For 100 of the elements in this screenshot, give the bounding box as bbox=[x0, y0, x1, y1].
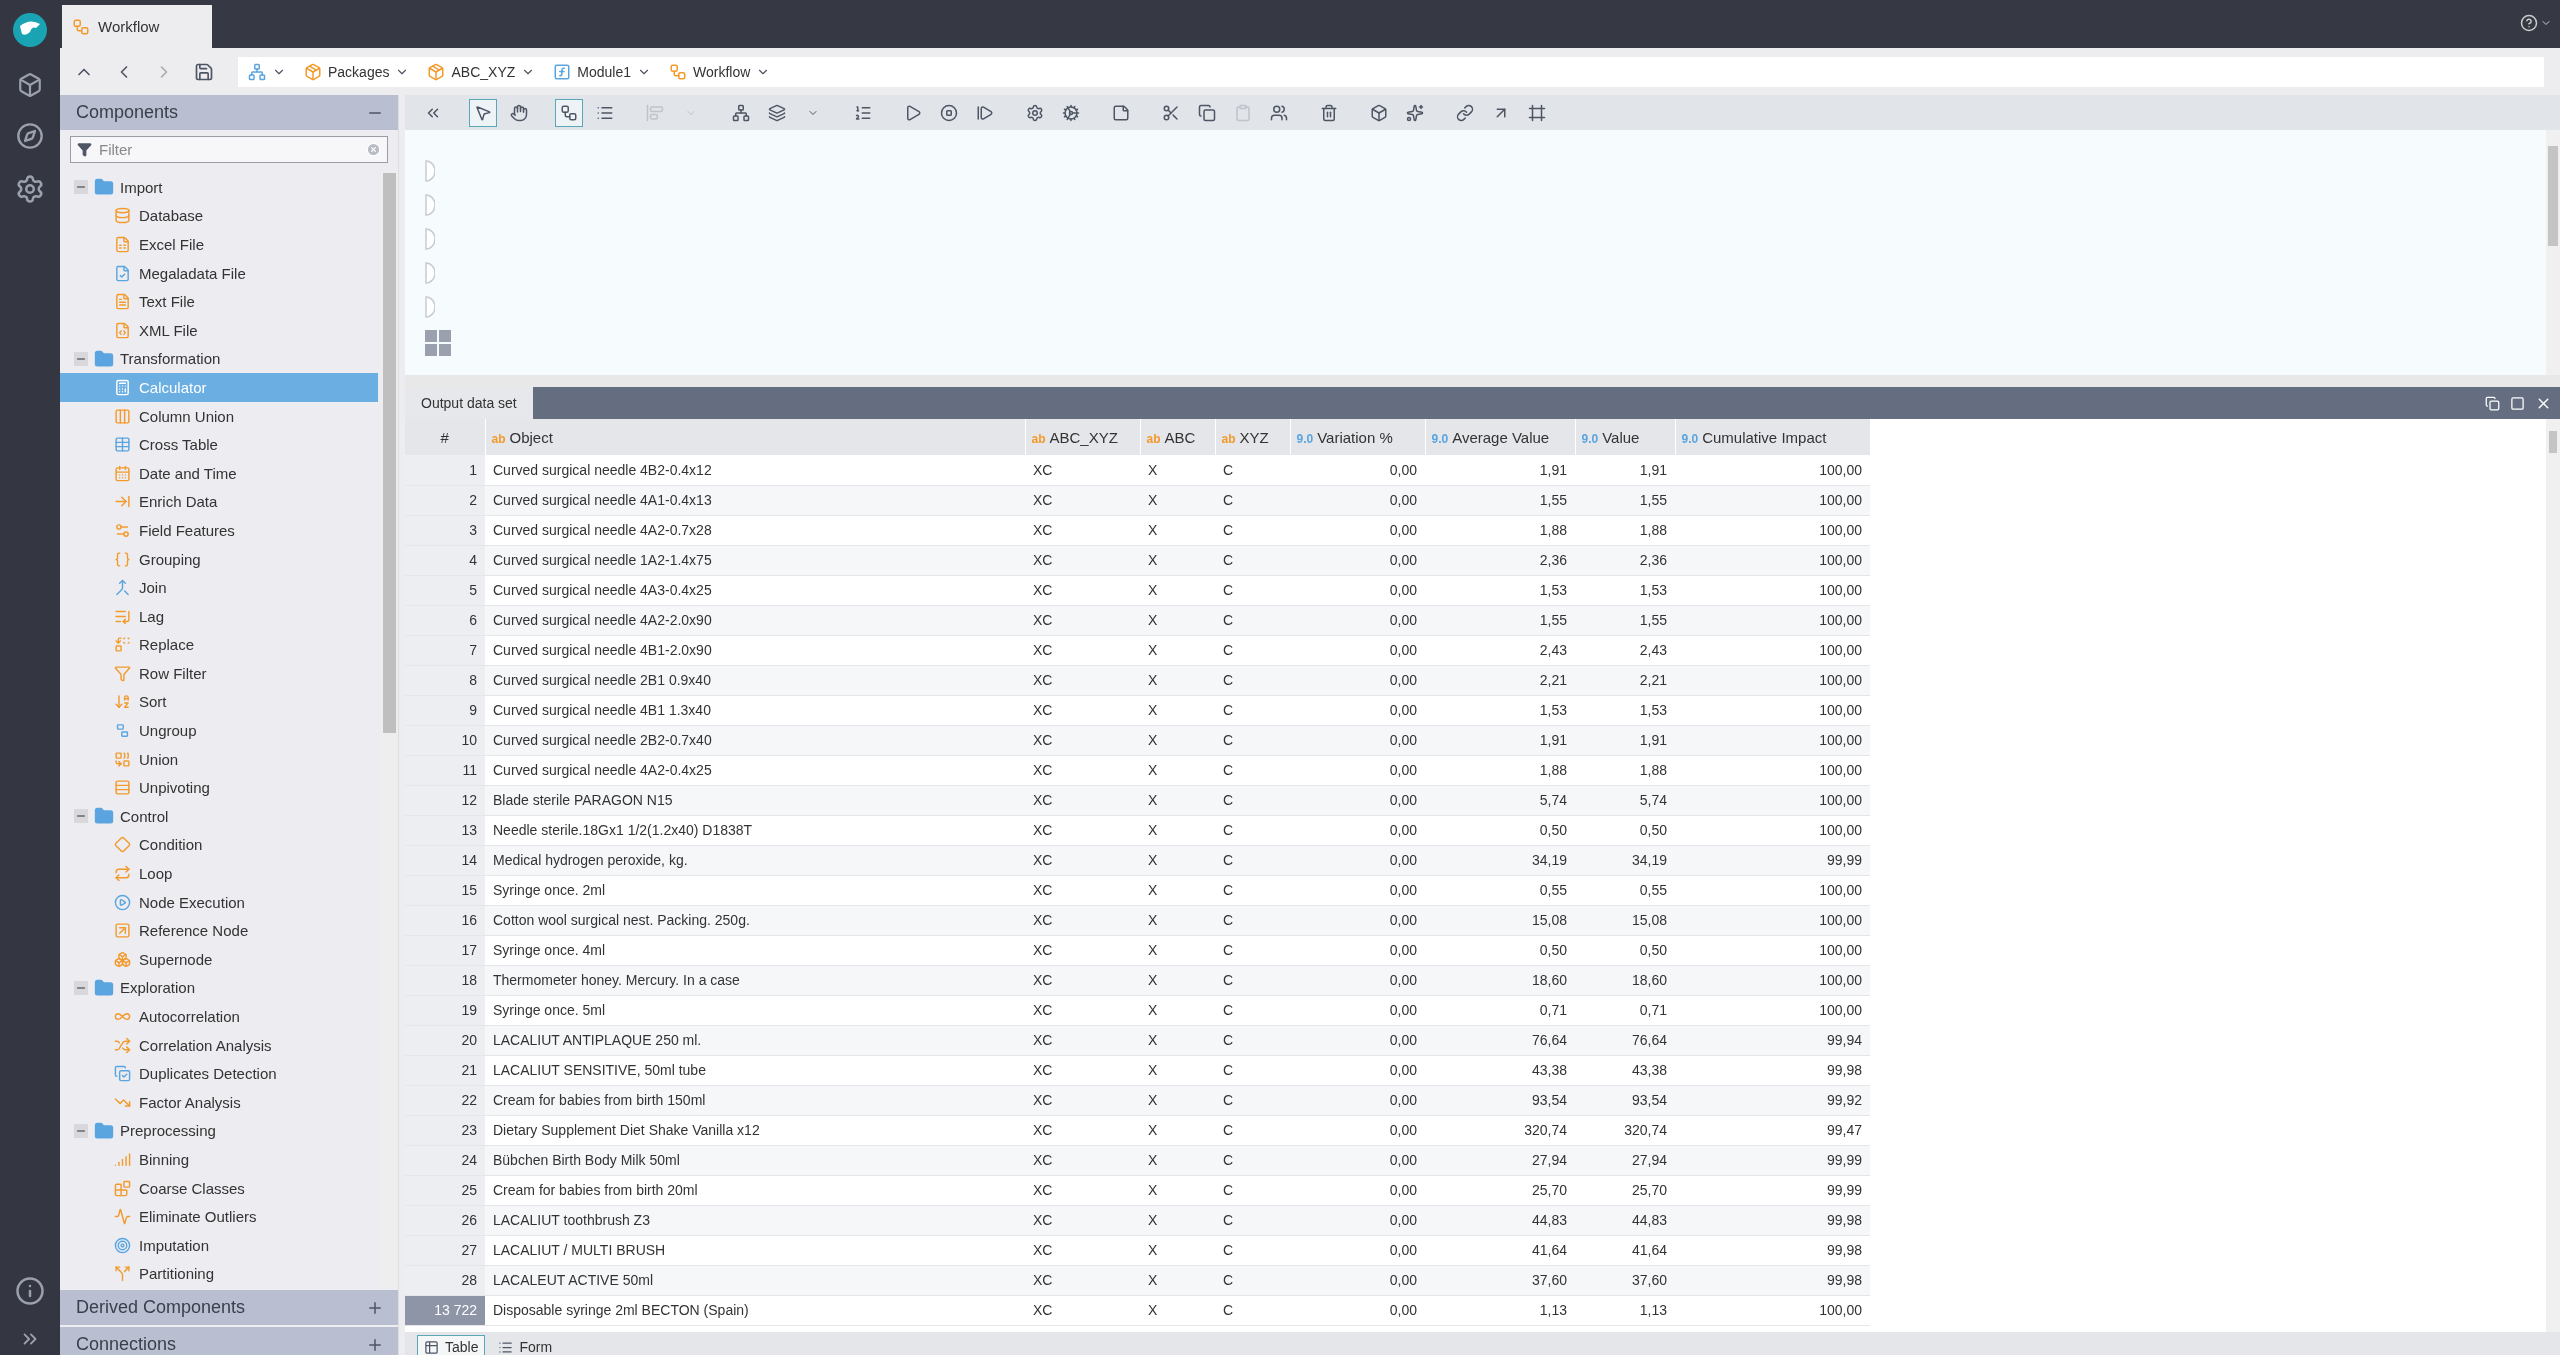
column-header[interactable]: 9.0 Value bbox=[1575, 419, 1675, 455]
row-number[interactable]: 6 bbox=[405, 605, 485, 635]
row-number[interactable]: 9 bbox=[405, 695, 485, 725]
scrollbar[interactable] bbox=[2546, 419, 2560, 1333]
scrollbar[interactable] bbox=[2546, 130, 2560, 375]
tree-item[interactable]: Imputation bbox=[60, 1230, 378, 1260]
row-number[interactable]: 19 bbox=[405, 995, 485, 1025]
grid-icon[interactable] bbox=[425, 330, 451, 356]
row-number[interactable]: 15 bbox=[405, 875, 485, 905]
tree-item[interactable]: Correlation Analysis bbox=[60, 1030, 378, 1060]
tree-item[interactable]: Database bbox=[60, 201, 378, 231]
tree-item[interactable]: Text File bbox=[60, 287, 378, 316]
tree-item[interactable]: XML File bbox=[60, 315, 378, 345]
filter-field[interactable]: Filter bbox=[70, 136, 388, 163]
tree-group[interactable]: Transformation bbox=[74, 344, 381, 374]
row-number[interactable]: 17 bbox=[405, 935, 485, 965]
tree-group[interactable]: Control bbox=[74, 802, 381, 831]
column-header[interactable]: 9.0 Cumulative Impact bbox=[1675, 419, 1870, 455]
column-header[interactable]: 9.0 Variation % bbox=[1290, 419, 1425, 455]
tree-item[interactable]: Row Filter bbox=[60, 659, 378, 688]
tree-group[interactable]: Preprocessing bbox=[74, 1116, 381, 1146]
toolbar-button[interactable] bbox=[555, 98, 583, 127]
breadcrumb-item[interactable]: ABC_XYZ bbox=[425, 62, 538, 81]
view-tab[interactable]: Table bbox=[417, 1335, 486, 1355]
tree-item[interactable]: Join bbox=[60, 573, 378, 602]
compass-icon[interactable] bbox=[16, 122, 44, 150]
output-tab[interactable]: Output data set bbox=[405, 387, 533, 419]
tree-item[interactable]: Excel File bbox=[60, 230, 378, 259]
tree-item[interactable]: Eliminate Outliers bbox=[60, 1202, 378, 1231]
panel-header[interactable]: Components bbox=[60, 95, 398, 130]
row-number[interactable]: 20 bbox=[405, 1025, 485, 1055]
tree-item[interactable]: Node Execution bbox=[60, 887, 378, 917]
column-header[interactable]: ab ABC_XYZ bbox=[1025, 419, 1140, 455]
collapse-icon[interactable] bbox=[74, 1123, 88, 1138]
tree-item[interactable]: Factor Analysis bbox=[60, 1088, 378, 1117]
tree-item[interactable]: Condition bbox=[60, 830, 378, 860]
row-number[interactable]: 5 bbox=[405, 575, 485, 605]
row-number[interactable]: 8 bbox=[405, 665, 485, 695]
panel-header[interactable]: Derived Components bbox=[60, 1290, 398, 1326]
tree-item[interactable]: Field Features bbox=[60, 516, 378, 545]
row-number[interactable]: 28 bbox=[405, 1265, 485, 1295]
tree-item[interactable]: Reference Node bbox=[60, 916, 378, 946]
row-number[interactable]: 21 bbox=[405, 1055, 485, 1085]
collapse-icon[interactable] bbox=[74, 980, 88, 995]
view-tab[interactable]: Form bbox=[491, 1335, 560, 1355]
row-number[interactable]: 12 bbox=[405, 785, 485, 815]
tree-item[interactable]: Union bbox=[60, 744, 378, 774]
tree-group[interactable]: Import bbox=[74, 173, 381, 202]
column-header[interactable]: ab XYZ bbox=[1215, 419, 1290, 455]
tree-item[interactable]: Duplicates Detection bbox=[60, 1059, 378, 1088]
column-header[interactable]: # bbox=[405, 419, 485, 455]
tree-item[interactable]: Replace bbox=[60, 630, 378, 660]
row-number[interactable]: 27 bbox=[405, 1235, 485, 1265]
tree-item[interactable]: Partitioning bbox=[60, 1259, 378, 1289]
row-number[interactable]: 13 bbox=[405, 815, 485, 845]
row-number[interactable]: 24 bbox=[405, 1145, 485, 1175]
tree-item[interactable]: Unpivoting bbox=[60, 773, 378, 803]
help-icon[interactable] bbox=[2520, 14, 2538, 32]
tree-item[interactable]: Megaladata File bbox=[60, 258, 378, 288]
panel-header[interactable]: Connections bbox=[60, 1327, 398, 1355]
tree-group[interactable]: Exploration bbox=[74, 973, 381, 1003]
tree-item[interactable]: Cross Table bbox=[60, 430, 378, 459]
row-number[interactable]: 18 bbox=[405, 965, 485, 995]
tree-item[interactable]: Column Union bbox=[60, 401, 378, 431]
tree-item[interactable]: Lag bbox=[60, 601, 378, 631]
column-header[interactable]: ab ABC bbox=[1140, 419, 1215, 455]
row-number[interactable]: 26 bbox=[405, 1205, 485, 1235]
row-number[interactable]: 16 bbox=[405, 905, 485, 935]
tree-item[interactable]: Supernode bbox=[60, 945, 378, 974]
restore-icon[interactable] bbox=[2485, 395, 2500, 411]
maximize-icon[interactable] bbox=[2510, 395, 2525, 411]
row-number[interactable]: 14 bbox=[405, 845, 485, 875]
toolbar-button[interactable] bbox=[469, 98, 497, 127]
tree-item[interactable]: Enrich Data bbox=[60, 487, 378, 517]
tree-item[interactable]: Date and Time bbox=[60, 458, 378, 488]
workflow-tab[interactable]: Workflow bbox=[62, 5, 212, 48]
row-number[interactable]: 22 bbox=[405, 1085, 485, 1115]
tree-item[interactable]: Coarse Classes bbox=[60, 1173, 378, 1203]
column-header[interactable]: ab Object bbox=[485, 419, 1025, 455]
row-number[interactable]: 7 bbox=[405, 635, 485, 665]
row-number[interactable]: 4 bbox=[405, 545, 485, 575]
tree-item[interactable]: Grouping bbox=[60, 544, 378, 574]
tree-item[interactable]: Loop bbox=[60, 859, 378, 888]
breadcrumb-item[interactable]: Workflow bbox=[667, 62, 773, 81]
row-number[interactable]: 11 bbox=[405, 755, 485, 785]
info-icon[interactable] bbox=[15, 1276, 45, 1307]
tree-item[interactable]: Binning bbox=[60, 1145, 378, 1174]
row-number[interactable]: 10 bbox=[405, 725, 485, 755]
row-number[interactable]: 3 bbox=[405, 515, 485, 545]
tree-item[interactable]: Sort bbox=[60, 687, 378, 717]
tree-item[interactable]: Autocorrelation bbox=[60, 1002, 378, 1031]
tree-item[interactable]: Ungroup bbox=[60, 716, 378, 745]
row-number[interactable]: 2 bbox=[405, 485, 485, 515]
collapse-icon[interactable] bbox=[74, 180, 88, 195]
collapse-icon[interactable] bbox=[74, 809, 88, 824]
breadcrumb-item[interactable]: Module1 bbox=[551, 62, 653, 81]
row-number[interactable]: 1 bbox=[405, 455, 485, 485]
cube-icon[interactable] bbox=[17, 72, 43, 98]
collapse-icon[interactable] bbox=[74, 351, 88, 366]
row-number[interactable]: 23 bbox=[405, 1115, 485, 1145]
